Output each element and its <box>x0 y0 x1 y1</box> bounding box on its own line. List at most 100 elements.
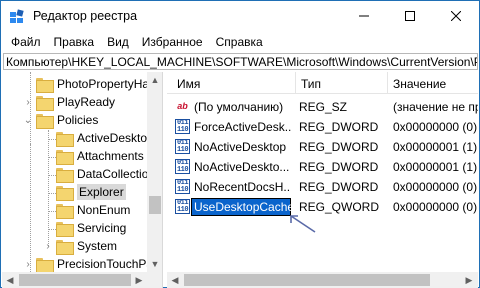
tree-item-label: Attachments <box>77 149 144 163</box>
value-type: REG_SZ <box>299 100 348 114</box>
close-button[interactable] <box>433 1 479 31</box>
tree-item-datacollection[interactable]: DataCollection <box>56 165 155 183</box>
tree-connector <box>48 139 56 140</box>
scroll-right-icon[interactable]: ▶ <box>131 272 147 288</box>
tree-item-servicing[interactable]: Servicing <box>56 219 126 237</box>
binary-value-icon: 011 110 <box>175 199 190 214</box>
tree-item-playready[interactable]: › PlayReady <box>20 93 115 111</box>
registry-editor-window: Редактор реестра Файл Правка Вид Избранн… <box>0 0 480 288</box>
address-path[interactable]: Компьютер\HKEY_LOCAL_MACHINE\SOFTWARE\Mi… <box>6 55 477 69</box>
menu-bar: Файл Правка Вид Избранное Справка <box>1 32 479 52</box>
tree-item-nonenum[interactable]: NonEnum <box>56 201 130 219</box>
value-name: ForceActiveDesk... <box>194 120 291 134</box>
tree-item-attachments[interactable]: Attachments <box>56 147 144 165</box>
value-type: REG_DWORD <box>299 160 379 174</box>
window-title: Редактор реестра <box>33 9 138 23</box>
menu-edit[interactable]: Правка <box>48 35 102 49</box>
scroll-up-icon[interactable]: ▲ <box>147 72 162 88</box>
tree-item-photopropertyhandler[interactable]: PhotoPropertyHa <box>26 75 149 93</box>
maximize-icon <box>405 11 415 21</box>
tree-item-label: DataCollection <box>77 167 156 181</box>
list-horizontal-scrollbar[interactable]: ◀ ▶ <box>167 272 478 288</box>
chevron-right-icon[interactable]: › <box>40 237 56 255</box>
list-row[interactable]: 011 110 NoActiveDeskto... REG_DWORD 0x00… <box>167 157 478 177</box>
chevron-down-icon[interactable]: ⌄ <box>20 111 36 129</box>
scroll-left-icon[interactable]: ◀ <box>167 272 183 288</box>
menu-view[interactable]: Вид <box>101 35 136 49</box>
chevron-right-icon[interactable]: › <box>20 93 36 111</box>
scroll-thumb[interactable] <box>19 274 131 286</box>
folder-icon <box>56 221 74 237</box>
string-value-icon: ab <box>177 101 188 111</box>
close-icon <box>451 11 461 21</box>
scroll-right-icon[interactable]: ▶ <box>461 272 477 288</box>
tree-item-activedesktop[interactable]: ActiveDesktop <box>56 129 154 147</box>
binary-value-icon: 011 110 <box>175 159 190 174</box>
title-bar[interactable]: Редактор реестра <box>1 1 479 31</box>
list-row[interactable]: 011 110 NoRecentDocsH... REG_DWORD 0x000… <box>167 177 478 197</box>
scroll-thumb[interactable] <box>184 274 430 286</box>
tree-expander[interactable] <box>26 75 36 93</box>
value-type: REG_DWORD <box>299 180 379 194</box>
tree-item-system[interactable]: › System <box>40 237 117 255</box>
tree-connector <box>48 175 56 176</box>
scroll-left-icon[interactable]: ◀ <box>2 272 18 288</box>
values-list[interactable]: Имя Тип Значение ab (По умолчанию) REG_S… <box>167 72 478 288</box>
column-header-data[interactable]: Значение <box>393 77 446 91</box>
list-row[interactable]: 011 110 NoActiveDesktop REG_DWORD 0x0000… <box>167 137 478 157</box>
scroll-thumb[interactable] <box>149 196 161 214</box>
minimize-button[interactable] <box>341 1 387 31</box>
menu-file[interactable]: Файл <box>5 35 48 49</box>
list-row[interactable]: 011 110 ForceActiveDesk... REG_DWORD 0x0… <box>167 117 478 137</box>
tree-item-label: ActiveDesktop <box>77 131 154 145</box>
value-data: 0x00000000 (0) <box>393 120 478 134</box>
value-data: 0x00000001 (1) <box>393 140 478 154</box>
folder-icon <box>56 185 74 201</box>
tree-connector <box>48 193 56 194</box>
list-row-editing[interactable]: 011 110 UseDesktopCache REG_QWORD 0x0000… <box>167 197 478 217</box>
column-header-type[interactable]: Тип <box>301 77 321 91</box>
value-name: NoRecentDocsH... <box>194 180 291 194</box>
tree-item-label: Servicing <box>77 221 127 235</box>
tree-connector <box>48 157 56 158</box>
list-header: Имя Тип Значение <box>167 72 478 94</box>
folder-icon <box>56 203 74 219</box>
maximize-button[interactable] <box>387 1 433 31</box>
tree-item-label: Policies <box>57 113 99 127</box>
binary-value-icon: 011 110 <box>175 179 190 194</box>
value-type: REG_QWORD <box>299 200 380 214</box>
tree-horizontal-scrollbar[interactable]: ◀ ▶ <box>2 272 147 288</box>
value-name: NoActiveDeskto... <box>194 160 290 174</box>
rename-input[interactable]: UseDesktopCache <box>191 198 294 216</box>
tree-connector <box>48 211 56 212</box>
folder-icon <box>56 149 74 165</box>
column-divider[interactable] <box>295 72 296 94</box>
tree-item-label: Explorer <box>77 184 126 200</box>
tree-vertical-scrollbar[interactable]: ▲ ▼ <box>147 72 162 272</box>
folder-icon <box>56 131 74 147</box>
list-row[interactable]: ab (По умолчанию) REG_SZ (значение не пр <box>167 97 478 117</box>
value-type: REG_DWORD <box>299 140 379 154</box>
address-bar[interactable]: Компьютер\HKEY_LOCAL_MACHINE\SOFTWARE\Mi… <box>3 53 478 70</box>
value-data: (значение не пр <box>393 100 478 114</box>
value-type: REG_DWORD <box>299 120 379 134</box>
column-divider[interactable] <box>387 72 388 94</box>
tree-item-explorer[interactable]: Explorer <box>56 183 126 201</box>
tree-item-policies[interactable]: ⌄ Policies <box>20 111 98 129</box>
registry-app-icon <box>10 9 24 23</box>
column-header-name[interactable]: Имя <box>177 77 200 91</box>
menu-favorites[interactable]: Избранное <box>136 35 210 49</box>
scroll-down-icon[interactable]: ▼ <box>147 256 162 272</box>
tree-item-precisiontouchpad[interactable]: › PrecisionTouchPa <box>20 255 153 273</box>
folder-icon <box>36 257 54 273</box>
menu-help[interactable]: Справка <box>210 35 270 49</box>
value-name: NoActiveDesktop <box>194 140 287 154</box>
binary-value-icon: 011 110 <box>175 119 190 134</box>
value-name: (По умолчанию) <box>194 100 284 114</box>
tree-item-label: NonEnum <box>77 203 131 217</box>
chevron-right-icon[interactable]: › <box>20 255 36 273</box>
value-data: 0x00000000 (0) <box>393 200 478 214</box>
key-tree[interactable]: PhotoPropertyHa › PlayReady ⌄ Policies A… <box>2 72 163 288</box>
annotation-arrow-icon <box>290 215 316 233</box>
folder-icon <box>56 167 74 183</box>
